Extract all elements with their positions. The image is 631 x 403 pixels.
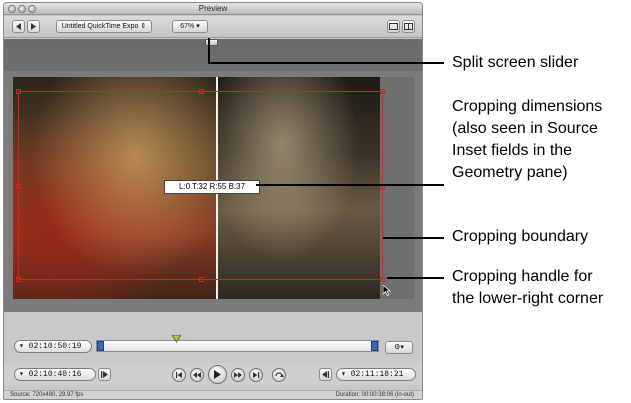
out-point-marker[interactable] bbox=[371, 341, 378, 351]
go-to-start-button[interactable] bbox=[172, 368, 186, 382]
crop-handle-bottom[interactable] bbox=[199, 277, 204, 282]
skip-back-icon bbox=[176, 372, 182, 378]
go-to-in-icon bbox=[101, 371, 108, 378]
go-to-end-button[interactable] bbox=[249, 368, 263, 382]
crop-dimensions-readout: L:0 T:32 R:55 B:37 bbox=[164, 180, 260, 194]
chevron-down-icon: ▾ bbox=[19, 342, 24, 351]
go-to-in-button[interactable] bbox=[98, 368, 111, 381]
annotation-line: Cropping handle for bbox=[452, 268, 593, 285]
previous-frame-button[interactable] bbox=[190, 368, 204, 382]
crop-handle-top[interactable] bbox=[199, 89, 204, 94]
timeline-scrubber[interactable] bbox=[96, 340, 379, 352]
crop-dimensions-leader bbox=[256, 184, 444, 186]
chevron-down-icon: ▾ bbox=[341, 370, 346, 379]
in-timecode-field[interactable]: ▾ 02:10:40:16 bbox=[14, 368, 96, 381]
zoom-popup[interactable]: 67% ▾ bbox=[172, 20, 208, 33]
annotation-crop-dimensions: Cropping dimensions (also seen in Source… bbox=[452, 96, 602, 184]
loop-button[interactable] bbox=[272, 368, 286, 382]
chevron-down-icon: ▾ bbox=[196, 23, 200, 30]
crop-handle-top-right[interactable] bbox=[380, 89, 385, 94]
in-point-marker[interactable] bbox=[97, 341, 104, 351]
go-to-out-icon bbox=[322, 371, 329, 378]
display-icon bbox=[389, 23, 398, 30]
annotation-crop-boundary: Cropping boundary bbox=[452, 226, 588, 248]
fast-forward-icon bbox=[234, 372, 242, 378]
playhead-icon[interactable] bbox=[172, 335, 181, 344]
annotation-line: Cropping dimensions bbox=[452, 98, 603, 115]
cropped-area bbox=[380, 77, 414, 299]
split-screen-slider[interactable] bbox=[205, 39, 218, 46]
skip-forward-icon bbox=[253, 372, 260, 378]
crop-handle-top-left[interactable] bbox=[16, 89, 21, 94]
crop-boundary-leader bbox=[383, 237, 444, 239]
annotation-split-slider: Split screen slider bbox=[452, 52, 578, 74]
annotation-line: Inset fields in the bbox=[452, 142, 573, 159]
split-slider-track bbox=[4, 39, 422, 47]
split-display-icon bbox=[404, 23, 413, 30]
status-bar: Source: 720x480, 29.97 fps Duration: 00:… bbox=[4, 390, 422, 399]
zoom-value: 67% bbox=[180, 23, 195, 30]
go-to-out-button[interactable] bbox=[319, 368, 332, 381]
forward-button[interactable] bbox=[27, 20, 40, 33]
source-info: Source: 720x480, 29.97 fps bbox=[10, 392, 84, 398]
chevron-down-icon: ▾ bbox=[19, 370, 24, 379]
triangle-left-icon bbox=[15, 23, 21, 30]
crop-handle-bottom-right[interactable] bbox=[380, 277, 385, 282]
current-timecode: 02:10:50:19 bbox=[28, 342, 82, 351]
loop-icon bbox=[275, 372, 284, 377]
annotation-line: Cropping boundary bbox=[452, 228, 589, 245]
gear-icon: ⚙▾ bbox=[394, 344, 404, 351]
out-timecode: 02:11:18:21 bbox=[350, 370, 404, 379]
play-button[interactable] bbox=[208, 365, 227, 384]
next-frame-button[interactable] bbox=[231, 368, 245, 382]
current-timecode-field[interactable]: ▾ 02:10:50:19 bbox=[14, 340, 92, 353]
back-button[interactable] bbox=[12, 20, 25, 33]
triangle-right-icon bbox=[30, 23, 36, 30]
view-mode-button-b[interactable] bbox=[402, 20, 415, 33]
crop-handle-leader bbox=[387, 277, 444, 279]
split-slider-leader-h bbox=[208, 62, 444, 64]
annotation-line: Split screen slider bbox=[452, 54, 579, 71]
toolbar: Untitled QuickTime Expo ⇕ 67% ▾ bbox=[4, 16, 422, 38]
rewind-icon bbox=[193, 372, 201, 378]
letterbox-top bbox=[4, 47, 422, 71]
annotation-crop-handle: Cropping handle for the lower-right corn… bbox=[452, 266, 603, 310]
marker-menu-button[interactable]: ⚙▾ bbox=[385, 341, 413, 354]
view-mode-button-a[interactable] bbox=[387, 20, 400, 33]
annotation-line: Geometry pane) bbox=[452, 164, 568, 181]
play-icon bbox=[214, 370, 221, 379]
crop-handle-bottom-left[interactable] bbox=[16, 277, 21, 282]
pointer-cursor-icon bbox=[383, 285, 391, 296]
source-popup-label: Untitled QuickTime Expo bbox=[61, 23, 139, 30]
split-slider-leader bbox=[208, 38, 210, 62]
annotation-line: the lower-right corner bbox=[452, 290, 604, 307]
popup-arrows-icon: ⇕ bbox=[140, 23, 147, 30]
annotation-line: (also seen in Source bbox=[452, 120, 598, 137]
in-timecode: 02:10:40:16 bbox=[28, 370, 82, 379]
duration-info: Duration: 00:00:38:06 (in-out) bbox=[335, 392, 414, 398]
out-timecode-field[interactable]: ▾ 02:11:18:21 bbox=[336, 368, 416, 381]
source-popup[interactable]: Untitled QuickTime Expo ⇕ bbox=[56, 20, 152, 33]
window-title: Preview bbox=[198, 4, 228, 13]
title-bar: Preview bbox=[4, 3, 422, 15]
crop-handle-left[interactable] bbox=[16, 184, 21, 189]
preview-canvas: L:0 T:32 R:55 B:37 bbox=[4, 47, 422, 312]
